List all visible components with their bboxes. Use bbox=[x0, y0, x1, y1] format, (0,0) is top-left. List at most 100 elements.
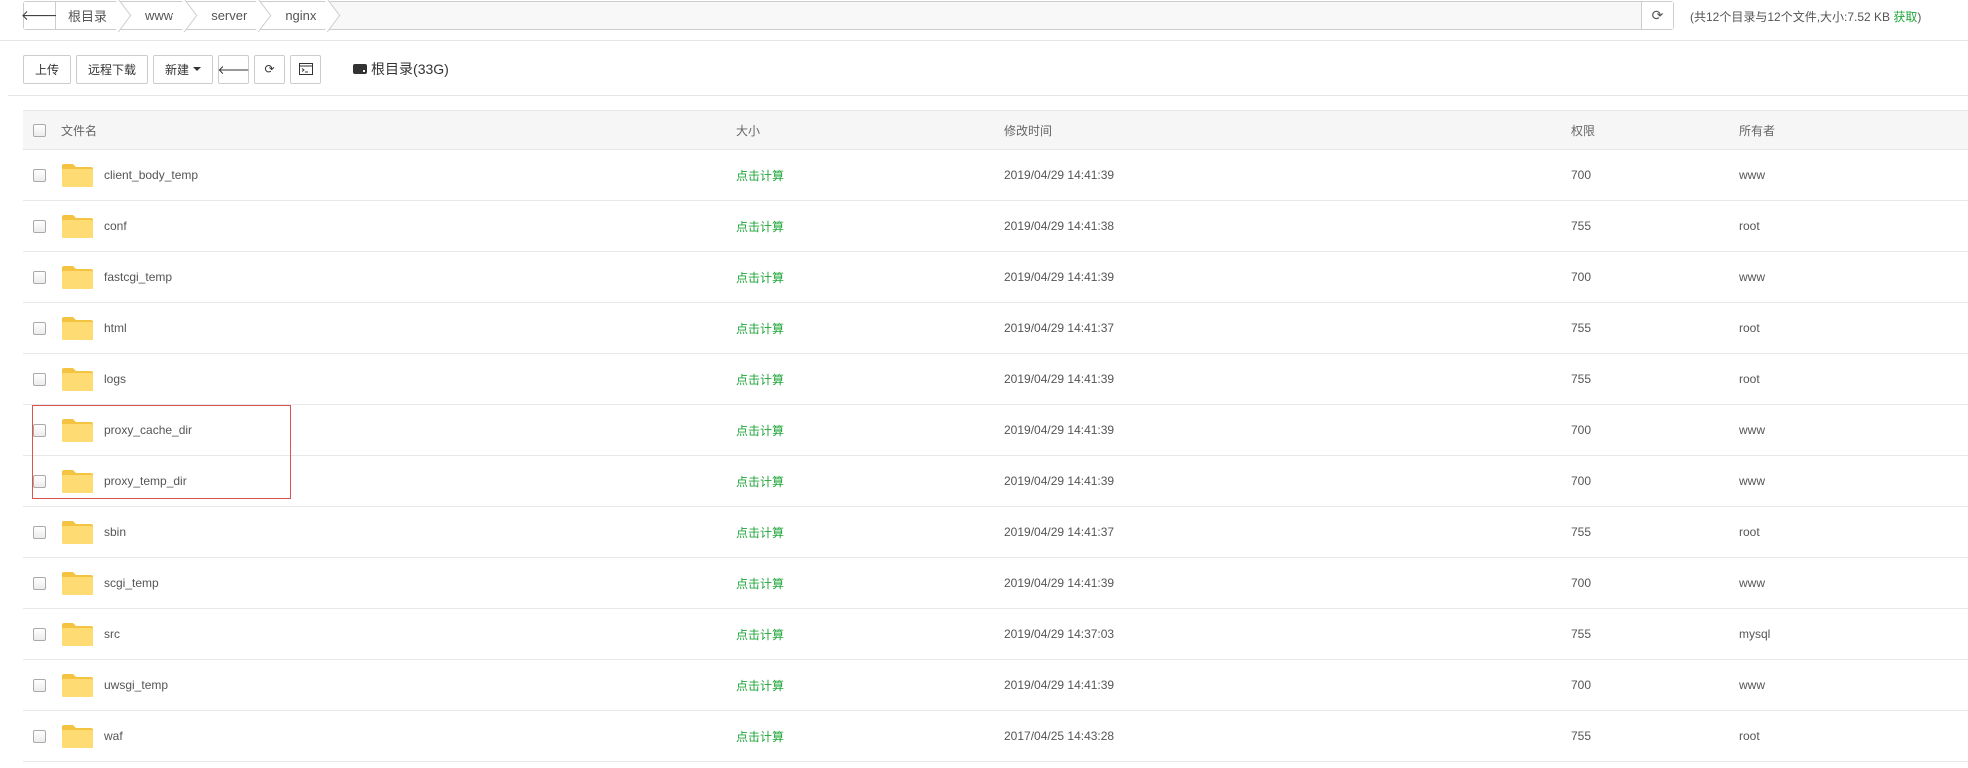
owner-cell[interactable]: www bbox=[1739, 660, 1765, 710]
path-refresh-button[interactable]: ⟳ bbox=[1641, 2, 1673, 29]
file-name[interactable]: fastcgi_temp bbox=[104, 270, 172, 284]
owner-cell[interactable]: mysql bbox=[1739, 609, 1770, 659]
perm-cell[interactable]: 755 bbox=[1571, 201, 1591, 251]
perm-cell[interactable]: 755 bbox=[1571, 303, 1591, 353]
header-size[interactable]: 大小 bbox=[736, 111, 760, 149]
header-mtime[interactable]: 修改时间 bbox=[1004, 111, 1052, 149]
row-checkbox[interactable] bbox=[33, 423, 46, 437]
perm-cell[interactable]: 700 bbox=[1571, 405, 1591, 455]
crumb-root[interactable]: 根目录 bbox=[56, 2, 122, 29]
calc-size-link[interactable]: 点击计算 bbox=[736, 167, 784, 184]
file-name[interactable]: logs bbox=[104, 372, 126, 386]
owner-cell[interactable]: www bbox=[1739, 150, 1765, 200]
row-checkbox[interactable] bbox=[33, 678, 46, 692]
calc-size-link[interactable]: 点击计算 bbox=[736, 422, 784, 439]
calc-size-link[interactable]: 点击计算 bbox=[736, 320, 784, 337]
table-row[interactable]: html 点击计算 2019/04/29 14:41:37 755 root bbox=[23, 303, 1968, 354]
owner-cell[interactable]: www bbox=[1739, 252, 1765, 302]
table-row[interactable]: fastcgi_temp 点击计算 2019/04/29 14:41:39 70… bbox=[23, 252, 1968, 303]
file-name-cell[interactable]: waf bbox=[61, 711, 123, 761]
file-name-cell[interactable]: scgi_temp bbox=[61, 558, 159, 608]
file-name-cell[interactable]: uwsgi_temp bbox=[61, 660, 168, 710]
owner-cell[interactable]: root bbox=[1739, 303, 1760, 353]
calc-size-link[interactable]: 点击计算 bbox=[736, 218, 784, 235]
new-dropdown-button[interactable]: 新建 bbox=[153, 54, 214, 84]
perm-cell[interactable]: 700 bbox=[1571, 456, 1591, 506]
perm-cell[interactable]: 700 bbox=[1571, 660, 1591, 710]
file-name-cell[interactable]: client_body_temp bbox=[61, 150, 198, 200]
owner-cell[interactable]: root bbox=[1739, 507, 1760, 557]
perm-cell[interactable]: 755 bbox=[1571, 354, 1591, 404]
table-row[interactable]: uwsgi_temp 点击计算 2019/04/29 14:41:39 700 … bbox=[23, 660, 1968, 711]
file-name[interactable]: client_body_temp bbox=[104, 168, 198, 182]
table-row[interactable]: proxy_cache_dir 点击计算 2019/04/29 14:41:39… bbox=[23, 405, 1968, 456]
owner-cell[interactable]: www bbox=[1739, 405, 1765, 455]
calc-size-link[interactable]: 点击计算 bbox=[736, 473, 784, 490]
file-name-cell[interactable]: fastcgi_temp bbox=[61, 252, 172, 302]
calc-size-link[interactable]: 点击计算 bbox=[736, 677, 784, 694]
file-name-cell[interactable]: proxy_temp_dir bbox=[61, 456, 187, 506]
calc-size-link[interactable]: 点击计算 bbox=[736, 524, 784, 541]
owner-cell[interactable]: root bbox=[1739, 711, 1760, 761]
table-row[interactable]: conf 点击计算 2019/04/29 14:41:38 755 root bbox=[23, 201, 1968, 252]
back-button[interactable]: 🡐 bbox=[217, 54, 250, 84]
disk-selector[interactable]: 根目录(33G) bbox=[353, 59, 449, 79]
file-name-cell[interactable]: sbin bbox=[61, 507, 126, 557]
crumb-server[interactable]: server bbox=[187, 2, 262, 29]
row-checkbox[interactable] bbox=[33, 576, 46, 590]
terminal-button[interactable] bbox=[290, 54, 322, 84]
table-row[interactable]: logs 点击计算 2019/04/29 14:41:39 755 root bbox=[23, 354, 1968, 405]
file-name[interactable]: scgi_temp bbox=[104, 576, 159, 590]
table-row[interactable]: src 点击计算 2019/04/29 14:37:03 755 mysql bbox=[23, 609, 1968, 660]
select-all-checkbox[interactable] bbox=[33, 123, 46, 137]
file-name-cell[interactable]: proxy_cache_dir bbox=[61, 405, 192, 455]
calc-size-link[interactable]: 点击计算 bbox=[736, 371, 784, 388]
file-name[interactable]: conf bbox=[104, 219, 127, 233]
file-name[interactable]: proxy_cache_dir bbox=[104, 423, 192, 437]
calc-size-link[interactable]: 点击计算 bbox=[736, 728, 784, 745]
row-checkbox[interactable] bbox=[33, 270, 46, 284]
owner-cell[interactable]: root bbox=[1739, 201, 1760, 251]
calc-size-link[interactable]: 点击计算 bbox=[736, 575, 784, 592]
file-name[interactable]: waf bbox=[104, 729, 123, 743]
perm-cell[interactable]: 755 bbox=[1571, 711, 1591, 761]
row-checkbox[interactable] bbox=[33, 627, 46, 641]
upload-button[interactable]: 上传 bbox=[23, 54, 72, 84]
perm-cell[interactable]: 755 bbox=[1571, 507, 1591, 557]
file-name-cell[interactable]: conf bbox=[61, 201, 127, 251]
table-row[interactable]: sbin 点击计算 2019/04/29 14:41:37 755 root bbox=[23, 507, 1968, 558]
file-name-cell[interactable]: src bbox=[61, 609, 120, 659]
header-perm[interactable]: 权限 bbox=[1571, 111, 1595, 149]
file-name-cell[interactable]: logs bbox=[61, 354, 126, 404]
path-back-button[interactable]: 🡐 bbox=[21, 2, 58, 29]
perm-cell[interactable]: 700 bbox=[1571, 252, 1591, 302]
row-checkbox[interactable] bbox=[33, 729, 46, 743]
file-name[interactable]: src bbox=[104, 627, 120, 641]
row-checkbox[interactable] bbox=[33, 474, 46, 488]
table-row[interactable]: proxy_temp_dir 点击计算 2019/04/29 14:41:39 … bbox=[23, 456, 1968, 507]
file-name[interactable]: proxy_temp_dir bbox=[104, 474, 187, 488]
remote-download-button[interactable]: 远程下载 bbox=[76, 54, 149, 84]
perm-cell[interactable]: 700 bbox=[1571, 558, 1591, 608]
table-row[interactable]: client_body_temp 点击计算 2019/04/29 14:41:3… bbox=[23, 150, 1968, 201]
calc-size-link[interactable]: 点击计算 bbox=[736, 626, 784, 643]
get-size-link[interactable]: 获取 bbox=[1893, 10, 1917, 24]
path-input-area[interactable] bbox=[330, 2, 1641, 29]
row-checkbox[interactable] bbox=[33, 321, 46, 335]
file-name-cell[interactable]: html bbox=[61, 303, 127, 353]
owner-cell[interactable]: root bbox=[1739, 354, 1760, 404]
file-name[interactable]: html bbox=[104, 321, 127, 335]
calc-size-link[interactable]: 点击计算 bbox=[736, 269, 784, 286]
row-checkbox[interactable] bbox=[33, 219, 46, 233]
perm-cell[interactable]: 755 bbox=[1571, 609, 1591, 659]
row-checkbox[interactable] bbox=[33, 372, 46, 386]
header-owner[interactable]: 所有者 bbox=[1739, 111, 1775, 149]
owner-cell[interactable]: www bbox=[1739, 456, 1765, 506]
header-name[interactable]: 文件名 bbox=[61, 111, 97, 149]
row-checkbox[interactable] bbox=[33, 168, 46, 182]
file-name[interactable]: uwsgi_temp bbox=[104, 678, 168, 692]
row-checkbox[interactable] bbox=[33, 525, 46, 539]
perm-cell[interactable]: 700 bbox=[1571, 150, 1591, 200]
crumb-nginx[interactable]: nginx bbox=[261, 2, 331, 29]
file-name[interactable]: sbin bbox=[104, 525, 126, 539]
